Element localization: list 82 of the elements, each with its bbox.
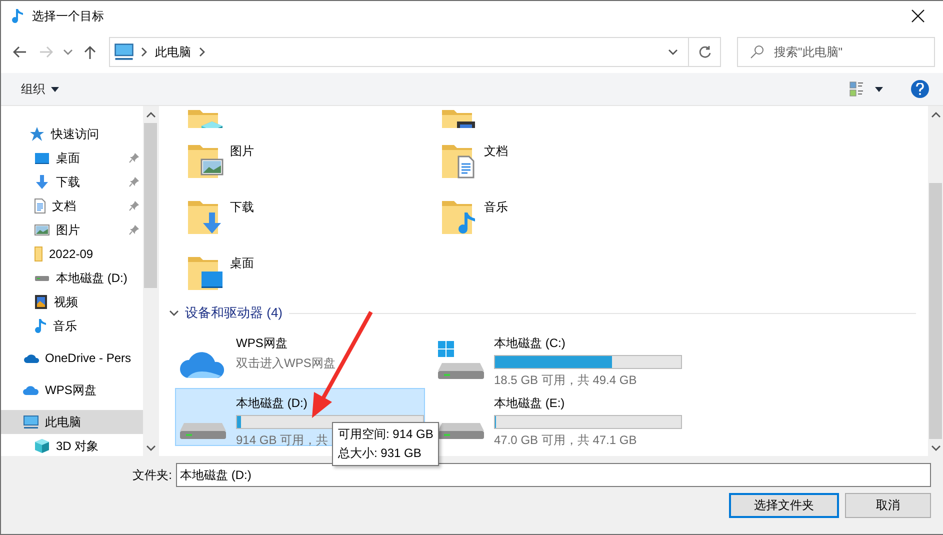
music-note-icon — [11, 8, 24, 24]
drive-item[interactable]: 本地磁盘 (C:) 18.5 GB 可用，共 49.4 GB — [433, 328, 683, 386]
folder-name[interactable]: 文档 — [484, 141, 508, 160]
chevron-down-icon — [930, 442, 940, 452]
computer-icon — [23, 415, 39, 429]
forward-arrow-icon — [39, 46, 53, 58]
sidebar-item[interactable]: 2022-09 — [1, 242, 143, 266]
sidebar-item[interactable]: OneDrive - Pers — [1, 346, 143, 370]
question-mark-icon — [916, 83, 924, 95]
folder-name[interactable]: 下载 — [230, 197, 254, 216]
search-field[interactable]: 搜索"此电脑" — [774, 45, 924, 59]
drive-name: 本地磁盘 (D:) — [236, 395, 308, 412]
cloud-icon — [23, 352, 39, 364]
drive-icon — [34, 274, 50, 282]
drive-caption: 47.0 GB 可用，共 47.1 GB — [494, 432, 637, 449]
select-folder-button[interactable]: 选择文件夹 — [729, 493, 839, 518]
drive-icon — [438, 363, 484, 379]
cube-icon — [34, 438, 50, 454]
chevron-up-icon — [146, 110, 156, 120]
sidebar-item[interactable]: 音乐 — [1, 314, 143, 338]
drive-caption: 双击进入WPS网盘 — [236, 355, 336, 372]
folder-name[interactable]: 音乐 — [484, 197, 508, 216]
cloud-drive-item[interactable]: WPS网盘 双击进入WPS网盘 — [175, 328, 425, 386]
drive-icon — [180, 423, 226, 439]
drive-item[interactable]: 本地磁盘 (E:) 47.0 GB 可用，共 47.1 GB — [433, 388, 683, 446]
chevron-down-icon — [668, 47, 678, 57]
cancel-button[interactable]: 取消 — [845, 493, 931, 518]
sidebar-item[interactable]: 文档 — [1, 194, 143, 218]
address-bar[interactable]: 此电脑 — [109, 37, 721, 67]
drive-name: 本地磁盘 (C:) — [494, 335, 566, 352]
drive-icon — [438, 423, 484, 439]
sidebar-item[interactable]: 视频 — [1, 290, 143, 314]
caret-icon — [51, 86, 59, 92]
caret-icon — [875, 86, 883, 92]
search-icon — [750, 45, 764, 59]
folder-input[interactable]: 本地磁盘 (D:) — [176, 463, 931, 487]
chevron-down-icon — [63, 47, 73, 57]
folder-name[interactable]: 桌面 — [230, 253, 254, 272]
tooltip-line: 总大小: 931 GB — [338, 445, 422, 462]
cloud-icon — [23, 384, 39, 396]
chevron-down-icon — [146, 442, 156, 452]
film-icon — [34, 294, 48, 310]
desktop-icon — [34, 152, 50, 164]
up-arrow-icon — [84, 45, 96, 59]
refresh-icon — [698, 45, 712, 59]
organize-menu[interactable]: 组织 — [21, 80, 59, 98]
breadcrumb-item[interactable]: 此电脑 — [149, 38, 197, 66]
view-options-button[interactable] — [849, 81, 883, 97]
cloud-icon — [180, 349, 224, 379]
sidebar-item[interactable]: 此电脑 — [1, 410, 143, 434]
separator-icon — [139, 47, 149, 57]
drive-name: WPS网盘 — [236, 335, 288, 352]
drive-caption: 18.5 GB 可用，共 49.4 GB — [494, 372, 637, 389]
music-note-icon — [34, 318, 47, 334]
sidebar-item[interactable]: 快速访问 — [1, 122, 143, 146]
computer-icon — [114, 43, 134, 61]
sidebar-item[interactable]: WPS网盘 — [1, 378, 143, 402]
chevron-up-icon — [930, 110, 940, 120]
view-icon — [849, 81, 865, 97]
drive-name: 本地磁盘 (E:) — [494, 395, 565, 412]
scrollbar[interactable] — [928, 106, 943, 456]
window-title: 选择一个目标 — [32, 8, 105, 24]
star-icon — [29, 126, 45, 142]
search-box[interactable]: 搜索"此电脑" — [737, 37, 935, 67]
document-icon — [34, 198, 46, 214]
folder-name[interactable]: 图片 — [230, 141, 254, 160]
back-arrow-icon — [13, 46, 27, 58]
scrollbar[interactable] — [143, 106, 158, 456]
sidebar-item[interactable]: 图片 — [1, 218, 143, 242]
folder-label: 文件夹: — [132, 466, 172, 484]
section-header[interactable]: 设备和驱动器 (4) — [185, 304, 282, 322]
drive-caption: 914 GB 可用，共 — [236, 432, 328, 449]
close-icon — [911, 9, 925, 23]
folder-icon — [34, 246, 43, 262]
download-arrow-icon — [34, 174, 50, 190]
sidebar-item[interactable]: 3D 对象 — [1, 434, 143, 456]
sidebar-item[interactable]: 下载 — [1, 170, 143, 194]
separator-icon — [197, 47, 207, 57]
picture-icon — [34, 224, 50, 236]
help-button[interactable] — [911, 80, 929, 98]
sidebar-item[interactable]: 桌面 — [1, 146, 143, 170]
sidebar-item[interactable]: 本地磁盘 (D:) — [1, 266, 143, 290]
